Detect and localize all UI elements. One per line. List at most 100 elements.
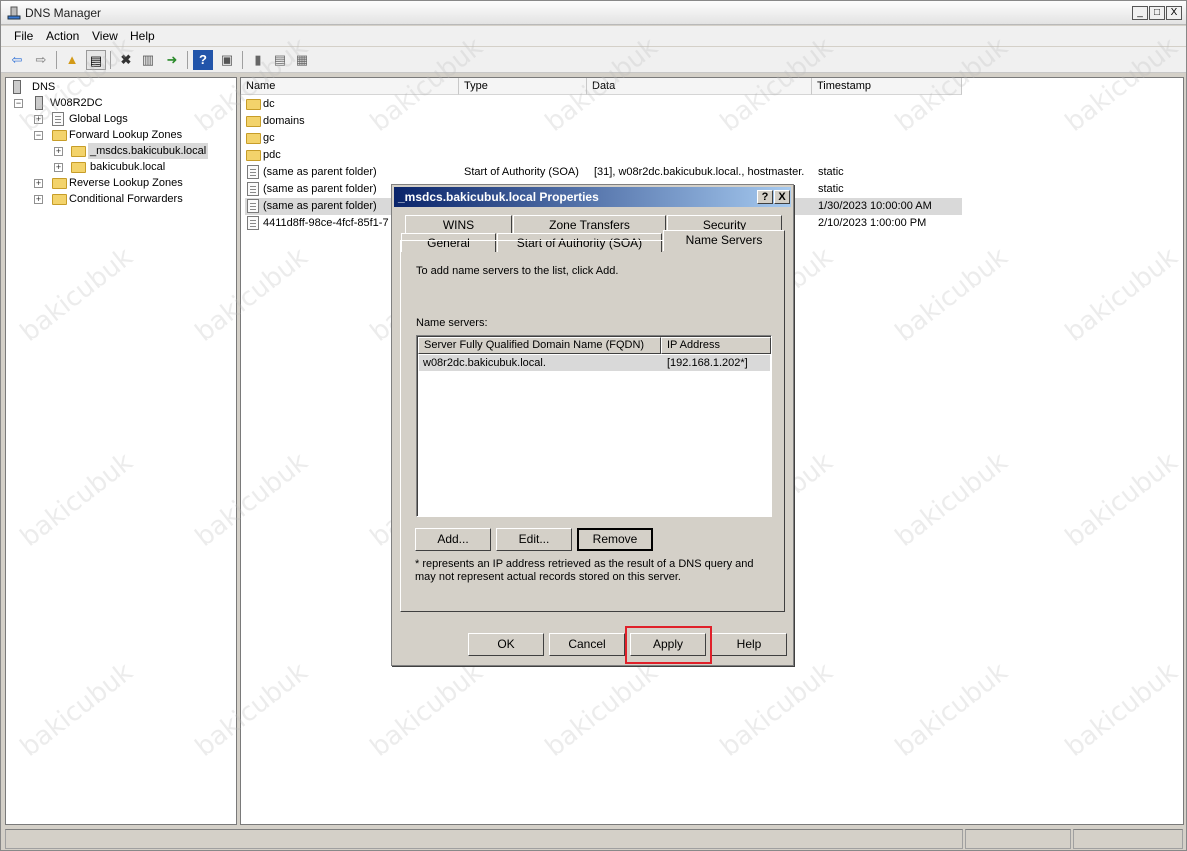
- export-icon[interactable]: ➜: [162, 50, 182, 70]
- apply-button[interactable]: Apply: [630, 633, 706, 656]
- status-cell: [965, 829, 1071, 849]
- tree-pane: DNS − W08R2DC + Global Logs − Forward Lo…: [5, 77, 237, 825]
- menu-view[interactable]: View: [92, 29, 118, 43]
- column-header-timestamp[interactable]: Timestamp: [812, 78, 962, 95]
- expand-icon[interactable]: +: [54, 147, 63, 156]
- record-data: [31], w08r2dc.bakicubuk.local., hostmast…: [594, 166, 805, 178]
- list-item[interactable]: gc: [245, 130, 962, 147]
- record-icon: [247, 182, 259, 196]
- list-item[interactable]: pdc: [245, 147, 962, 164]
- zone-icon: [71, 146, 86, 157]
- record-name: dc: [263, 98, 275, 110]
- tree-item-label: Global Logs: [69, 113, 128, 125]
- records-icon[interactable]: ▤: [270, 50, 290, 70]
- help-icon[interactable]: ?: [193, 50, 213, 70]
- edit-button[interactable]: Edit...: [496, 528, 572, 551]
- record-timestamp: static: [818, 166, 844, 178]
- toolbar-separator: [187, 51, 188, 69]
- tab-zone-transfers[interactable]: Zone Transfers: [513, 215, 666, 234]
- zone-icon: [71, 162, 86, 173]
- collapse-icon[interactable]: −: [14, 99, 23, 108]
- column-header-data[interactable]: Data: [587, 78, 812, 95]
- folder-icon: [246, 99, 261, 110]
- forward-icon[interactable]: ⇨: [31, 50, 51, 70]
- expand-icon[interactable]: +: [34, 115, 43, 124]
- tree-item-label: DNS: [32, 81, 56, 93]
- up-folder-icon[interactable]: ▲: [62, 50, 82, 70]
- status-bar: [5, 829, 1185, 849]
- record-icon: [247, 216, 259, 230]
- table-row[interactable]: w08r2dc.bakicubuk.local. [192.168.1.202*…: [419, 355, 770, 371]
- maximize-button[interactable]: □: [1149, 6, 1165, 20]
- back-icon[interactable]: ⇦: [7, 50, 27, 70]
- record-name: gc: [263, 132, 275, 144]
- menu-file[interactable]: File: [14, 29, 33, 43]
- toolbar-separator: [56, 51, 57, 69]
- minimize-button[interactable]: _: [1132, 6, 1148, 20]
- cancel-button[interactable]: Cancel: [549, 633, 625, 656]
- tree-item-label: Forward Lookup Zones: [69, 129, 183, 141]
- record-type: Start of Authority (SOA): [464, 166, 579, 178]
- ns-ip: [192.168.1.202*]: [667, 357, 748, 369]
- tree-item-label: Reverse Lookup Zones: [69, 177, 183, 189]
- column-header-fqdn[interactable]: Server Fully Qualified Domain Name (FQDN…: [418, 337, 661, 354]
- note-text: * represents an IP address retrieved as …: [415, 558, 754, 583]
- folder-icon: [246, 116, 261, 127]
- folder-icon: [246, 150, 261, 161]
- dns-app-icon: [7, 6, 21, 20]
- dns-icon: [13, 80, 21, 94]
- folder-icon: [52, 130, 67, 141]
- refresh-icon[interactable]: ▦: [292, 50, 312, 70]
- server-icon[interactable]: ▮: [248, 50, 268, 70]
- show-hide-tree-icon[interactable]: ▤: [86, 50, 106, 70]
- expand-icon[interactable]: +: [34, 195, 43, 204]
- ok-button[interactable]: OK: [468, 633, 544, 656]
- column-header-name[interactable]: Name: [241, 78, 459, 95]
- server-icon: [35, 96, 43, 110]
- record-timestamp: 2/10/2023 1:00:00 PM: [818, 217, 927, 229]
- record-icon: [247, 199, 259, 213]
- dialog-help-button[interactable]: ?: [757, 190, 773, 204]
- remove-button[interactable]: Remove: [577, 528, 653, 551]
- expand-icon[interactable]: +: [54, 163, 63, 172]
- status-cell: [1073, 829, 1183, 849]
- record-icon: [247, 165, 259, 179]
- tab-wins[interactable]: WINS: [405, 215, 512, 234]
- dialog-title-bar: _msdcs.bakicubuk.local Properties ? X: [394, 187, 791, 207]
- expand-icon[interactable]: +: [34, 179, 43, 188]
- window-title: DNS Manager: [25, 6, 102, 20]
- zone-properties-dialog: _msdcs.bakicubuk.local Properties ? X WI…: [391, 184, 794, 666]
- tree-item-label: _msdcs.bakicubuk.local: [88, 143, 209, 159]
- record-timestamp: static: [818, 183, 844, 195]
- toolbar-separator: [242, 51, 243, 69]
- instruction-text: To add name servers to the list, click A…: [416, 265, 619, 277]
- delete-icon[interactable]: ✖: [116, 50, 136, 70]
- list-item[interactable]: domains: [245, 113, 962, 130]
- console-icon[interactable]: ▣: [217, 50, 237, 70]
- dialog-title: _msdcs.bakicubuk.local Properties: [398, 190, 599, 204]
- menu-action[interactable]: Action: [46, 29, 79, 43]
- title-bar: DNS Manager _ □ X: [1, 1, 1186, 25]
- column-header-type[interactable]: Type: [459, 78, 587, 95]
- folder-icon: [52, 194, 67, 205]
- tab-name-servers[interactable]: Name Servers: [663, 230, 785, 251]
- close-window-button[interactable]: X: [1166, 6, 1182, 20]
- properties-icon[interactable]: ▥: [138, 50, 158, 70]
- list-item[interactable]: (same as parent folder) Start of Authori…: [245, 164, 962, 181]
- dialog-close-button[interactable]: X: [774, 190, 790, 204]
- record-name: domains: [263, 115, 305, 127]
- record-timestamp: 1/30/2023 10:00:00 AM: [818, 200, 932, 212]
- column-header-ip[interactable]: IP Address: [661, 337, 771, 354]
- ns-fqdn: w08r2dc.bakicubuk.local.: [423, 357, 546, 369]
- name-servers-list[interactable]: Server Fully Qualified Domain Name (FQDN…: [416, 335, 772, 517]
- list-item[interactable]: dc: [245, 96, 962, 113]
- tree-item-label: bakicubuk.local: [90, 161, 166, 173]
- help-button[interactable]: Help: [711, 633, 787, 656]
- menu-help[interactable]: Help: [130, 29, 155, 43]
- tree-item-label: W08R2DC: [50, 97, 103, 109]
- add-button[interactable]: Add...: [415, 528, 491, 551]
- status-cell: [5, 829, 963, 849]
- log-icon: [52, 112, 64, 126]
- collapse-icon[interactable]: −: [34, 131, 43, 140]
- menu-bar: File Action View Help: [1, 26, 1186, 46]
